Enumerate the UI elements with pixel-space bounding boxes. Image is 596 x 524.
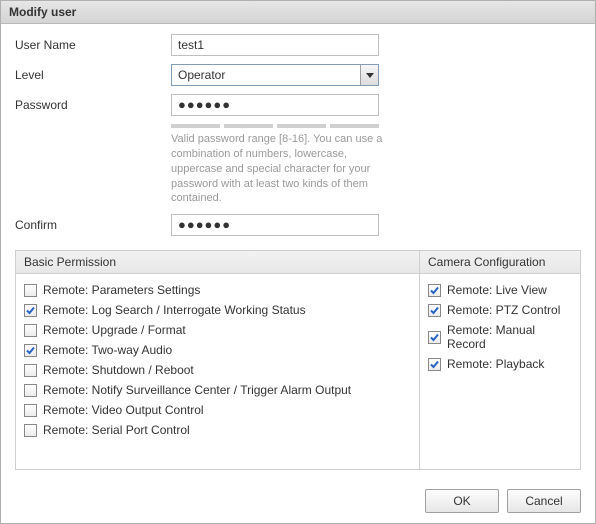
password-strength — [171, 124, 581, 128]
strength-seg — [171, 124, 220, 128]
level-value: Operator — [178, 68, 360, 82]
username-input[interactable] — [171, 34, 379, 56]
permission-checkbox[interactable] — [428, 304, 441, 317]
camera-config-header: Camera Configuration — [420, 251, 580, 274]
basic-permission-list: Remote: Parameters Settings Remote: Log S… — [16, 274, 419, 446]
basic-permission-header: Basic Permission — [16, 251, 419, 274]
permission-label: Remote: Video Output Control — [43, 403, 204, 417]
permission-label: Remote: Parameters Settings — [43, 283, 200, 297]
permission-item: Remote: Serial Port Control — [20, 420, 415, 440]
permission-checkbox[interactable] — [24, 364, 37, 377]
strength-seg — [330, 124, 379, 128]
permission-item: Remote: PTZ Control — [424, 300, 576, 320]
permission-checkbox[interactable] — [24, 424, 37, 437]
camera-config-list: Remote: Live View Remote: PTZ Control Remo… — [420, 274, 580, 380]
confirm-input[interactable]: ●●●●●● — [171, 214, 379, 236]
ok-button[interactable]: OK — [425, 489, 499, 513]
label-confirm: Confirm — [15, 218, 171, 232]
permission-checkbox[interactable] — [24, 324, 37, 337]
modify-user-dialog: Modify user User Name Level Operator Pas… — [0, 0, 596, 524]
permission-label: Remote: Two-way Audio — [43, 343, 172, 357]
permission-label: Remote: Manual Record — [447, 323, 572, 351]
label-username: User Name — [15, 38, 171, 52]
permission-checkbox[interactable] — [428, 331, 441, 344]
permission-item: Remote: Live View — [424, 280, 576, 300]
permission-checkbox[interactable] — [24, 304, 37, 317]
permission-label: Remote: Upgrade / Format — [43, 323, 186, 337]
permission-label: Remote: Notify Surveillance Center / Tri… — [43, 383, 351, 397]
label-password: Password — [15, 98, 171, 112]
permissions-area: Basic Permission Remote: Parameters Sett… — [15, 250, 581, 470]
cancel-button[interactable]: Cancel — [507, 489, 581, 513]
row-password: Password ●●●●●● — [15, 94, 581, 116]
permission-checkbox[interactable] — [428, 284, 441, 297]
strength-seg — [277, 124, 326, 128]
dropdown-button[interactable] — [360, 65, 378, 85]
permission-label: Remote: PTZ Control — [447, 303, 560, 317]
camera-config-column: Camera Configuration Remote: Live ViewRe… — [420, 251, 580, 469]
permission-item: Remote: Notify Surveillance Center / Tri… — [20, 380, 415, 400]
permission-checkbox[interactable] — [24, 384, 37, 397]
permission-item: Remote: Parameters Settings — [20, 280, 415, 300]
permission-item: Remote: Two-way Audio — [20, 340, 415, 360]
row-username: User Name — [15, 34, 581, 56]
dialog-title: Modify user — [1, 1, 595, 24]
permission-item: Remote: Playback — [424, 354, 576, 374]
permission-label: Remote: Playback — [447, 357, 544, 371]
row-level: Level Operator — [15, 64, 581, 86]
permission-label: Remote: Live View — [447, 283, 547, 297]
permission-label: Remote: Log Search / Interrogate Working… — [43, 303, 306, 317]
permission-item: Remote: Log Search / Interrogate Working… — [20, 300, 415, 320]
permission-checkbox[interactable] — [24, 284, 37, 297]
permission-checkbox[interactable] — [24, 404, 37, 417]
chevron-down-icon — [366, 73, 374, 78]
basic-permission-column: Basic Permission Remote: Parameters Sett… — [16, 251, 420, 469]
permission-label: Remote: Serial Port Control — [43, 423, 190, 437]
permission-item: Remote: Upgrade / Format — [20, 320, 415, 340]
password-input[interactable]: ●●●●●● — [171, 94, 379, 116]
permission-item: Remote: Video Output Control — [20, 400, 415, 420]
permission-label: Remote: Shutdown / Reboot — [43, 363, 194, 377]
form-area: User Name Level Operator Password ●●●●●●… — [1, 24, 595, 250]
permission-checkbox[interactable] — [428, 358, 441, 371]
level-select[interactable]: Operator — [171, 64, 379, 86]
password-hint: Valid password range [8-16]. You can use… — [171, 132, 385, 206]
permission-checkbox[interactable] — [24, 344, 37, 357]
dialog-buttons: OK Cancel — [425, 489, 581, 513]
label-level: Level — [15, 68, 171, 82]
strength-seg — [224, 124, 273, 128]
row-confirm: Confirm ●●●●●● — [15, 214, 581, 236]
permission-item: Remote: Manual Record — [424, 320, 576, 354]
permission-item: Remote: Shutdown / Reboot — [20, 360, 415, 380]
